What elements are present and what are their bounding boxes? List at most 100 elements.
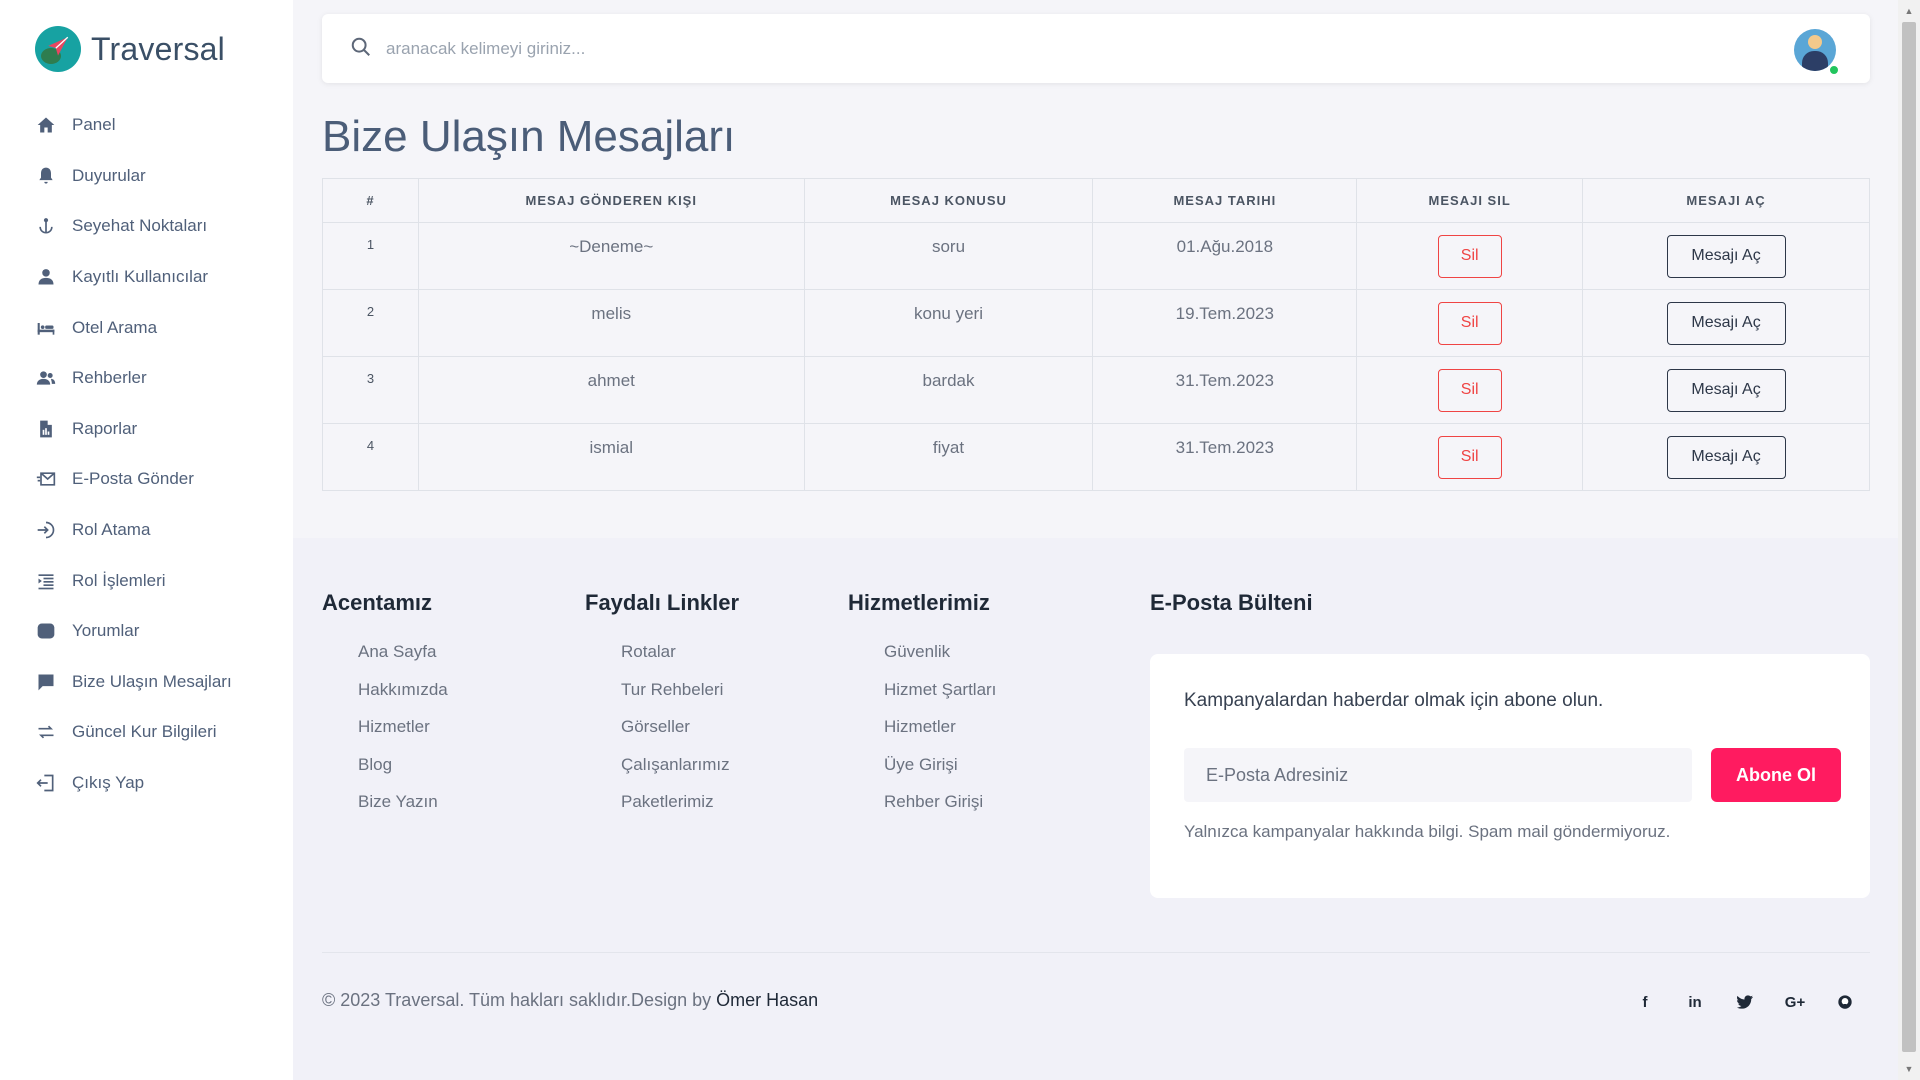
footer-link[interactable]: Hizmetler [884, 717, 996, 755]
scrollbar-thumb[interactable] [1902, 22, 1916, 1052]
sidebar-item-panel[interactable]: Panel [35, 100, 285, 151]
cell-delete: Sil [1356, 222, 1584, 290]
open-message-button[interactable]: Mesajı Aç [1666, 301, 1786, 345]
column-header-sender: MESAJ GÖNDEREN KIŞI [417, 178, 805, 223]
google-plus-icon[interactable]: G+ [1770, 988, 1820, 1016]
sidebar-item-seyehat-noktalari[interactable]: Seyehat Noktaları [35, 201, 285, 252]
cell-index: 1 [322, 222, 419, 290]
footer-link[interactable]: Ana Sayfa [358, 642, 448, 680]
open-message-button[interactable]: Mesajı Aç [1666, 368, 1786, 412]
footer-link[interactable]: Görseller [621, 717, 739, 755]
cell-index: 4 [322, 423, 419, 491]
sidebar-item-label: Panel [72, 115, 116, 135]
column-header-index: # [322, 178, 419, 223]
report-icon [35, 418, 57, 440]
delete-button[interactable]: Sil [1437, 301, 1502, 345]
footer-link[interactable]: Hizmetler [358, 717, 448, 755]
delete-button[interactable]: Sil [1437, 234, 1502, 278]
sidebar-item-label: Yorumlar [72, 621, 140, 641]
footer-link[interactable]: Blog [358, 755, 448, 793]
table-row: 3 ahmet bardak 31.Tem.2023 Sil Mesajı Aç [322, 356, 1870, 424]
github-icon[interactable] [1820, 988, 1870, 1016]
cell-subject: soru [803, 222, 1094, 290]
delete-button[interactable]: Sil [1437, 435, 1502, 479]
footer-divider [322, 952, 1870, 953]
sidebar-item-rol-atama[interactable]: Rol Atama [35, 505, 285, 556]
bell-icon [35, 165, 57, 187]
anchor-icon [35, 215, 57, 237]
table-row: 4 ismial fiyat 31.Tem.2023 Sil Mesajı Aç [322, 423, 1870, 491]
footer-link[interactable]: Rotalar [621, 642, 739, 680]
table-row: 2 melis konu yeri 19.Tem.2023 Sil Mesajı… [322, 289, 1870, 357]
delete-button[interactable]: Sil [1437, 368, 1502, 412]
sidebar-item-label: E-Posta Gönder [72, 469, 194, 489]
linkedin-icon[interactable]: in [1670, 988, 1720, 1016]
sidebar-item-yorumlar[interactable]: Yorumlar [35, 606, 285, 657]
scroll-down-icon[interactable]: ▼ [1898, 1058, 1920, 1080]
sidebar-item-rehberler[interactable]: Rehberler [35, 353, 285, 404]
footer-link[interactable]: Hizmet Şartları [884, 680, 996, 718]
cell-subject: bardak [803, 356, 1094, 424]
cell-date: 31.Tem.2023 [1092, 356, 1358, 424]
exchange-icon [35, 721, 57, 743]
sidebar-nav: Panel Duyurular Seyehat Noktaları Kayıtl… [35, 100, 285, 808]
cell-delete: Sil [1356, 289, 1584, 357]
home-icon [35, 114, 57, 136]
sidebar-item-label: Rol İşlemleri [72, 570, 166, 590]
footer-link[interactable]: Rehber Girişi [884, 792, 996, 830]
sidebar-item-e-posta-gonder[interactable]: E-Posta Gönder [35, 454, 285, 505]
footer-link[interactable]: Üye Girişi [884, 755, 996, 793]
newsletter-note: Yalnızca kampanyalar hakkında bilgi. Spa… [1184, 822, 1671, 841]
sidebar-item-label: Seyehat Noktaları [72, 216, 208, 236]
page-scrollbar[interactable]: ▲ ▼ [1898, 0, 1920, 1080]
comment-icon [35, 620, 57, 642]
user-icon [35, 266, 57, 288]
sidebar-item-label: Çıkış Yap [72, 773, 145, 793]
newsletter-email-field[interactable] [1184, 748, 1692, 802]
cell-open: Mesajı Aç [1582, 423, 1870, 491]
footer-link[interactable]: Paketlerimiz [621, 792, 739, 830]
subscribe-button[interactable]: Abone Ol [1711, 748, 1841, 802]
sidebar-item-label: Duyurular [72, 165, 146, 185]
copyright: © 2023 Traversal. Tüm hakları saklıdır.D… [322, 990, 818, 1011]
footer-link[interactable]: Çalışanlarımız [621, 755, 739, 793]
author-link[interactable]: Ömer Hasan [716, 990, 818, 1010]
sidebar-item-otel-arama[interactable]: Otel Arama [35, 302, 285, 353]
twitter-icon[interactable] [1720, 988, 1770, 1016]
cell-subject: fiyat [803, 423, 1094, 491]
brand[interactable]: Traversal [35, 26, 225, 72]
cell-open: Mesajı Aç [1582, 222, 1870, 290]
open-message-button[interactable]: Mesajı Aç [1666, 435, 1786, 479]
search-icon[interactable] [350, 36, 374, 60]
open-message-button[interactable]: Mesajı Aç [1666, 234, 1786, 278]
footer-column-faydali-linkler: Faydalı Linkler Rotalar Tur Rehbeleri Gö… [585, 590, 739, 830]
cell-sender: ismial [417, 423, 805, 491]
cell-index: 3 [322, 356, 419, 424]
bed-icon [35, 317, 57, 339]
footer-link[interactable]: Tur Rehbeleri [621, 680, 739, 718]
sidebar-item-guncel-kur-bilgileri[interactable]: Güncel Kur Bilgileri [35, 707, 285, 758]
footer-column-title: Hizmetlerimiz [848, 590, 990, 615]
sidebar-item-label: Raporlar [72, 418, 138, 438]
facebook-icon[interactable]: f [1620, 988, 1670, 1016]
cell-sender: melis [417, 289, 805, 357]
scroll-up-icon[interactable]: ▲ [1898, 0, 1920, 22]
column-header-date: MESAJ TARIHI [1092, 178, 1358, 223]
footer-column-title: Acentamız [322, 590, 433, 615]
cell-index: 2 [322, 289, 419, 357]
sidebar-item-raporlar[interactable]: Raporlar [35, 404, 285, 455]
footer-link[interactable]: Bize Yazın [358, 792, 448, 830]
search-input[interactable] [386, 32, 1686, 66]
footer-link[interactable]: Güvenlik [884, 642, 996, 680]
footer-link[interactable]: Hakkımızda [358, 680, 448, 718]
sidebar-item-cikis-yap[interactable]: Çıkış Yap [35, 758, 285, 809]
footer-column-hizmetlerimiz: Hizmetlerimiz Güvenlik Hizmet Şartları H… [848, 590, 996, 830]
cell-delete: Sil [1356, 356, 1584, 424]
sidebar-item-duyurular[interactable]: Duyurular [35, 151, 285, 202]
footer-column-title: Faydalı Linkler [585, 590, 740, 615]
users-icon [35, 367, 57, 389]
sidebar-item-rol-islemleri[interactable]: Rol İşlemleri [35, 555, 285, 606]
sidebar-item-bize-ulasin-mesajlari[interactable]: Bize Ulaşın Mesajları [35, 657, 285, 708]
sidebar-item-kayitli-kullanicilar[interactable]: Kayıtlı Kullanıcılar [35, 252, 285, 303]
page-title: Bize Ulaşın Mesajları [322, 112, 736, 161]
